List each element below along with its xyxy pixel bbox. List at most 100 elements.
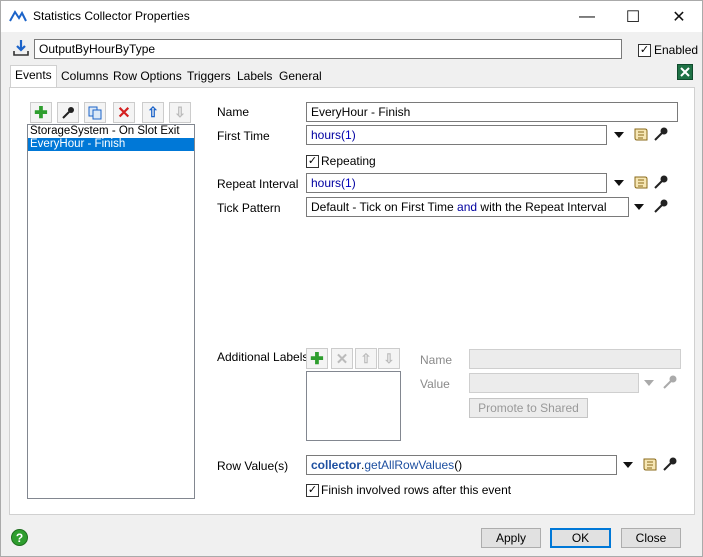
al-name-label: Name (420, 353, 453, 367)
tab-columns[interactable]: Columns (57, 67, 112, 87)
tab-row-options[interactable]: Row Options (109, 67, 186, 87)
finish-rows-checkbox[interactable]: ✓ (306, 482, 319, 497)
move-up-icon: ⇧ (360, 350, 372, 366)
minimize-icon: — (579, 7, 595, 25)
delete-icon: ✕ (117, 104, 131, 122)
sampler-icon[interactable] (662, 374, 678, 390)
move-down-icon: ⇩ (383, 350, 395, 366)
repeating-checkbox[interactable]: ✓ (306, 153, 319, 168)
duplicate-event-button[interactable] (84, 102, 106, 123)
move-down-icon: ⇩ (174, 104, 186, 120)
maximize-icon: ☐ (625, 8, 641, 26)
enabled-label: Enabled (654, 43, 699, 57)
additional-labels-label: Additional Labels (217, 350, 309, 364)
sampler-icon[interactable] (662, 456, 678, 472)
tick-pattern-field[interactable]: Default - Tick on First Time and with th… (306, 197, 629, 217)
delete-event-button[interactable]: ✕ (113, 102, 135, 123)
row-values-field[interactable]: collector.getAllRowValues() (306, 455, 617, 475)
apply-button[interactable]: Apply (481, 528, 541, 548)
help-button[interactable]: ? (11, 529, 28, 546)
add-icon: ✚ (34, 104, 48, 122)
promote-to-shared-button[interactable]: Promote to Shared (469, 398, 588, 418)
add-label-button[interactable]: ✚ (306, 348, 328, 369)
first-time-dropdown[interactable] (614, 132, 624, 138)
tick-pattern-text-1: Default - Tick on First Time (311, 200, 458, 214)
move-down-button[interactable]: ⇩ (169, 102, 191, 123)
minimize-button[interactable]: — (564, 1, 610, 32)
tab-events[interactable]: Events (10, 65, 57, 88)
dropdown-arrow-icon (614, 180, 624, 186)
script-icon[interactable] (632, 174, 649, 191)
sampler-icon[interactable] (653, 198, 669, 214)
statistics-collector-icon (9, 10, 27, 22)
list-item[interactable]: StorageSystem - On Slot Exit (28, 125, 194, 138)
enabled-checkbox[interactable]: ✓ (638, 42, 651, 57)
label-move-down-button[interactable]: ⇩ (378, 348, 400, 369)
sampler-icon (62, 106, 74, 119)
first-time-function: hours( (311, 128, 346, 142)
al-value-label: Value (420, 377, 450, 391)
first-time-arg: 1 (345, 128, 352, 142)
finish-rows-label: Finish involved rows after this event (321, 483, 512, 497)
delete-label-button[interactable]: ✕ (331, 348, 353, 369)
event-name-input[interactable]: EveryHour - Finish (306, 102, 678, 122)
tab-triggers[interactable]: Triggers (183, 67, 235, 87)
script-icon[interactable] (632, 126, 649, 143)
list-item-selected[interactable]: EveryHour - Finish (28, 138, 194, 151)
events-list[interactable]: StorageSystem - On Slot Exit EveryHour -… (27, 124, 195, 499)
window-title: Statistics Collector Properties (33, 9, 190, 23)
row-values-label: Row Value(s) (217, 459, 289, 473)
add-icon: ✚ (310, 350, 324, 368)
repeat-interval-close: ) (351, 176, 356, 190)
row-values-parens: () (454, 458, 463, 472)
ok-button[interactable]: OK (550, 528, 611, 548)
download-arrow-icon[interactable] (12, 39, 30, 57)
first-time-label: First Time (217, 129, 270, 143)
finish-rows-check-icon: ✓ (306, 484, 319, 497)
maximize-button[interactable]: ☐ (610, 1, 656, 32)
label-move-up-button[interactable]: ⇧ (355, 348, 377, 369)
repeat-interval-dropdown[interactable] (614, 180, 624, 186)
sampler-icon[interactable] (653, 174, 669, 190)
close-button[interactable]: Close (621, 528, 681, 548)
tick-pattern-text-2: with the Repeat Interval (477, 200, 607, 214)
sampler-button[interactable] (57, 102, 79, 123)
repeat-interval-field[interactable]: hours(1) (306, 173, 607, 193)
repeat-interval-label: Repeat Interval (217, 177, 299, 191)
al-value-dropdown[interactable] (644, 380, 654, 386)
title-bar[interactable]: Statistics Collector Properties — ☐ ✕ (1, 1, 702, 32)
tick-pattern-dropdown[interactable] (634, 204, 644, 210)
tick-pattern-and: and (457, 200, 478, 214)
tab-labels[interactable]: Labels (233, 67, 276, 87)
first-time-field[interactable]: hours(1) (306, 125, 607, 145)
help-icon: ? (15, 530, 24, 545)
add-event-button[interactable]: ✚ (30, 102, 52, 123)
close-window-button[interactable]: ✕ (656, 1, 702, 32)
al-value-input[interactable] (469, 373, 639, 393)
dropdown-arrow-icon (614, 132, 624, 138)
move-up-button[interactable]: ⇧ (142, 102, 164, 123)
repeat-interval-function: hours( (311, 176, 346, 190)
object-name-input[interactable]: OutputByHourByType (34, 39, 622, 59)
script-icon[interactable] (641, 456, 658, 473)
repeating-label: Repeating (321, 154, 376, 168)
repeat-interval-arg: 1 (345, 176, 352, 190)
tick-pattern-label: Tick Pattern (217, 201, 281, 215)
properties-window: Statistics Collector Properties — ☐ ✕ Ou… (0, 0, 703, 557)
excel-export-icon[interactable] (677, 64, 693, 80)
delete-icon: ✕ (335, 350, 349, 368)
row-values-function: getAllRowValues (364, 458, 455, 472)
enabled-check-icon: ✓ (638, 44, 651, 57)
first-time-close: ) (351, 128, 356, 142)
tab-general[interactable]: General (275, 67, 326, 87)
dropdown-arrow-icon (634, 204, 644, 210)
name-label: Name (217, 105, 250, 119)
dropdown-arrow-icon (623, 462, 633, 468)
repeating-check-icon: ✓ (306, 155, 319, 168)
row-values-object: collector (311, 458, 362, 472)
duplicate-icon (88, 106, 102, 119)
row-values-dropdown[interactable] (623, 462, 633, 468)
additional-labels-list[interactable] (306, 371, 401, 441)
al-name-input[interactable] (469, 349, 681, 369)
sampler-icon[interactable] (653, 126, 669, 142)
